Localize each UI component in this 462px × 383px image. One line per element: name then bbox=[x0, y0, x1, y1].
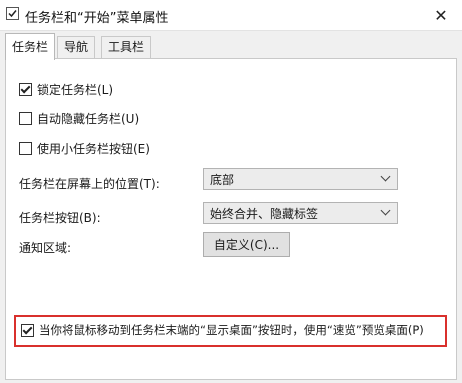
small-buttons-checkbox[interactable] bbox=[19, 142, 32, 155]
title-bar: 任务栏和“开始”菜单属性 ✕ bbox=[0, 0, 462, 31]
taskbar-buttons-label: 任务栏按钮(B): bbox=[19, 211, 101, 225]
tab-taskbar[interactable]: 任务栏 bbox=[5, 33, 56, 60]
tab-toolbars[interactable]: 工具栏 bbox=[101, 36, 152, 58]
tab-navigation[interactable]: 导航 bbox=[57, 36, 96, 58]
auto-hide-label: 自动隐藏任务栏(U) bbox=[37, 112, 140, 126]
taskbar-location-value: 底部 bbox=[210, 172, 235, 187]
taskbar-buttons-value: 始终合并、隐藏标签 bbox=[210, 206, 319, 221]
peek-option[interactable]: 当你将鼠标移动到任务栏末端的“显示桌面”按钮时，使用“速览”预览桌面(P) bbox=[21, 322, 424, 338]
close-button[interactable]: ✕ bbox=[420, 0, 462, 30]
peek-label: 当你将鼠标移动到任务栏末端的“显示桌面”按钮时，使用“速览”预览桌面(P) bbox=[39, 323, 424, 337]
chevron-down-icon bbox=[380, 205, 391, 216]
close-icon: ✕ bbox=[434, 5, 448, 25]
auto-hide-option[interactable]: 自动隐藏任务栏(U) bbox=[19, 110, 139, 127]
chevron-down-icon bbox=[380, 171, 391, 182]
taskbar-buttons-dropdown[interactable]: 始终合并、隐藏标签 bbox=[203, 202, 398, 224]
peek-checkbox[interactable] bbox=[21, 323, 34, 337]
window-title: 任务栏和“开始”菜单属性 bbox=[25, 11, 169, 26]
taskbar-location-label: 任务栏在屏幕上的位置(T): bbox=[19, 177, 160, 191]
window-icon bbox=[6, 7, 19, 20]
lock-taskbar-label: 锁定任务栏(L) bbox=[37, 83, 114, 97]
tab-strip: 任务栏 导航 工具栏 bbox=[0, 30, 462, 60]
small-buttons-option[interactable]: 使用小任务栏按钮(E) bbox=[19, 140, 150, 157]
auto-hide-checkbox[interactable] bbox=[19, 112, 32, 125]
lock-taskbar-checkbox[interactable] bbox=[19, 83, 32, 96]
small-buttons-label: 使用小任务栏按钮(E) bbox=[37, 142, 150, 156]
notification-area-label: 通知区域: bbox=[19, 241, 72, 255]
taskbar-location-dropdown[interactable]: 底部 bbox=[203, 168, 398, 190]
customize-button[interactable]: 自定义(C)... bbox=[203, 232, 290, 257]
lock-taskbar-option[interactable]: 锁定任务栏(L) bbox=[19, 81, 113, 98]
